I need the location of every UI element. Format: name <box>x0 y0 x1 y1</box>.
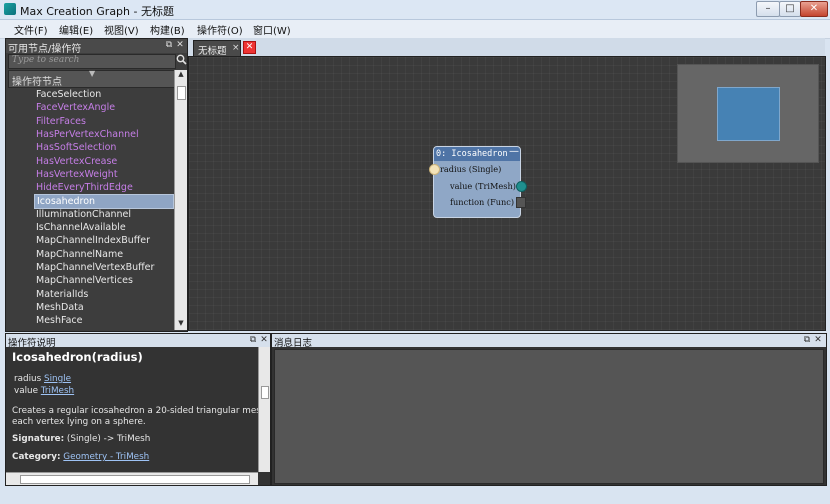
chevron-down-icon: ▼ <box>89 69 96 78</box>
close-panel-icon[interactable]: ✕ <box>175 40 185 50</box>
node-list-scrollbar[interactable]: ▲ ▼ <box>174 70 187 330</box>
port-label-value: value (TriMesh) <box>450 181 516 191</box>
scroll-down-arrow-icon[interactable]: ▼ <box>175 319 187 330</box>
node-list-item[interactable]: FilterFaces <box>36 115 86 128</box>
scroll-up-arrow-icon[interactable]: ▲ <box>175 70 187 81</box>
close-panel-icon[interactable]: ✕ <box>259 335 269 345</box>
tab-close-icon[interactable]: × <box>232 43 240 53</box>
port-label-radius: radius (Single) <box>440 164 502 174</box>
node-list-item[interactable]: HasVertexWeight <box>36 168 118 181</box>
node-list-item[interactable]: MeshFace <box>36 314 83 327</box>
signature-label: Signature: <box>12 434 65 444</box>
node-list-item[interactable]: MapChannelName <box>36 248 123 261</box>
menu-edit[interactable]: 编辑(E) <box>59 22 93 37</box>
graph-node-title: 0: Icosahedron <box>436 149 508 159</box>
title-bar: Max Creation Graph - 无标题 – □ ✕ <box>0 0 830 20</box>
graph-canvas[interactable]: 0: Icosahedron — radius (Single) value (… <box>188 56 826 331</box>
scroll-thumb[interactable] <box>20 475 250 484</box>
param-radius-type-link[interactable]: Single <box>44 374 71 384</box>
description-body: Icosahedron(radius) radius Single value … <box>6 347 258 472</box>
graph-node-header[interactable]: 0: Icosahedron — <box>434 146 520 161</box>
node-list-item[interactable]: MapChannelVertices <box>36 274 133 287</box>
node-list-item[interactable]: MapChannelVertexBuffer <box>36 261 154 274</box>
node-list-item[interactable]: IlluminationChannel <box>36 208 131 221</box>
log-panel-title: 消息日志 <box>274 338 313 349</box>
node-list-item[interactable]: FaceSelection <box>36 88 101 101</box>
node-list-item[interactable]: FaceVertexAngle <box>36 101 115 114</box>
category-line: Category: Geometry - TriMesh <box>12 452 149 462</box>
minimap-viewport[interactable] <box>717 87 780 141</box>
category-dropdown[interactable]: 操作符节点 ▼ <box>8 69 175 88</box>
description-vscrollbar[interactable] <box>258 347 270 472</box>
param-radius-label: radius <box>14 374 42 384</box>
maximize-button[interactable]: □ <box>779 1 801 17</box>
node-list: FaceSelection FaceVertexAngle FilterFaces H… <box>8 88 174 329</box>
param-value: value TriMesh <box>14 386 74 396</box>
search-icon[interactable] <box>175 54 187 67</box>
menu-operators[interactable]: 操作符(O) <box>197 22 243 37</box>
graph-node[interactable]: 0: Icosahedron — radius (Single) value (… <box>429 146 527 218</box>
description-text: Creates a regular icosahedron a 20-sided… <box>12 406 258 416</box>
port-label-function: function (Func) <box>450 197 515 207</box>
category-label: 操作符节点 <box>12 77 62 88</box>
scroll-thumb[interactable] <box>177 86 186 100</box>
node-list-item[interactable]: MaterialIds <box>36 288 88 301</box>
node-list-item[interactable]: HasSoftSelection <box>36 141 116 154</box>
category-label: Category: <box>12 452 61 462</box>
signature-line: Signature: (Single) -> TriMesh <box>12 434 150 444</box>
log-header: 消息日志 ⧉ ✕ <box>272 334 826 349</box>
output-port-function[interactable] <box>516 197 526 208</box>
pin-icon[interactable]: ⧉ <box>802 335 812 345</box>
description-text-2: each vertex lying on a sphere. <box>12 417 146 427</box>
close-button[interactable]: ✕ <box>800 1 828 17</box>
description-hscrollbar[interactable] <box>6 472 258 485</box>
window-title: Max Creation Graph - 无标题 <box>20 5 174 18</box>
node-list-item[interactable]: HasVertexCrease <box>36 155 117 168</box>
menu-build[interactable]: 构建(B) <box>150 22 185 37</box>
input-port-radius[interactable] <box>429 164 440 175</box>
node-list-item[interactable]: IsChannelAvailable <box>36 221 126 234</box>
output-port-value[interactable] <box>516 181 527 192</box>
pin-icon[interactable]: ⧉ <box>248 335 258 345</box>
node-list-item[interactable]: HideEveryThirdEdge <box>36 181 133 194</box>
close-panel-icon[interactable]: ✕ <box>813 335 823 345</box>
close-graph-icon[interactable]: ✕ <box>243 41 256 54</box>
node-panel: 可用节点/操作符 ⧉ ✕ Type to search 操作符节点 ▼ Face… <box>5 38 188 332</box>
param-value-type-link[interactable]: TriMesh <box>41 386 74 396</box>
menu-window[interactable]: 窗口(W) <box>253 22 291 37</box>
search-input[interactable]: Type to search <box>12 55 79 65</box>
menu-bar: 文件(F) 编辑(E) 视图(V) 构建(B) 操作符(O) 窗口(W) <box>0 20 830 39</box>
tab-bar: 无标题 × ✕ <box>188 38 825 57</box>
node-panel-header: 可用节点/操作符 ⧉ ✕ <box>6 39 187 55</box>
log-output[interactable] <box>274 349 824 484</box>
category-link[interactable]: Geometry - TriMesh <box>63 452 149 462</box>
tab-label: 无标题 <box>198 46 227 57</box>
operator-description-panel: 操作符说明 ⧉ ✕ Icosahedron(radius) radius Sin… <box>5 333 271 486</box>
param-value-label: value <box>14 386 39 396</box>
scroll-thumb[interactable] <box>261 386 269 399</box>
node-list-item[interactable]: MeshData <box>36 301 84 314</box>
param-radius: radius Single <box>14 374 71 384</box>
minimize-button[interactable]: – <box>756 1 780 17</box>
menu-view[interactable]: 视图(V) <box>104 22 139 37</box>
minimap[interactable] <box>677 64 819 163</box>
status-bar <box>0 488 830 504</box>
node-list-item[interactable]: MapChannelIndexBuffer <box>36 234 150 247</box>
menu-file[interactable]: 文件(F) <box>14 22 48 37</box>
pin-icon[interactable]: ⧉ <box>164 40 174 50</box>
message-log-panel: 消息日志 ⧉ ✕ <box>271 333 827 486</box>
description-header: 操作符说明 ⧉ ✕ <box>6 334 270 349</box>
operator-heading: Icosahedron(radius) <box>12 350 143 364</box>
search-field[interactable]: Type to search <box>8 54 176 69</box>
signature-value: (Single) -> TriMesh <box>64 434 151 444</box>
tab-untitled[interactable]: 无标题 × <box>193 40 241 57</box>
collapse-icon[interactable]: — <box>509 146 519 157</box>
node-panel-title: 可用节点/操作符 <box>8 44 82 55</box>
app-icon <box>4 3 16 15</box>
node-list-item[interactable]: HasPerVertexChannel <box>36 128 139 141</box>
